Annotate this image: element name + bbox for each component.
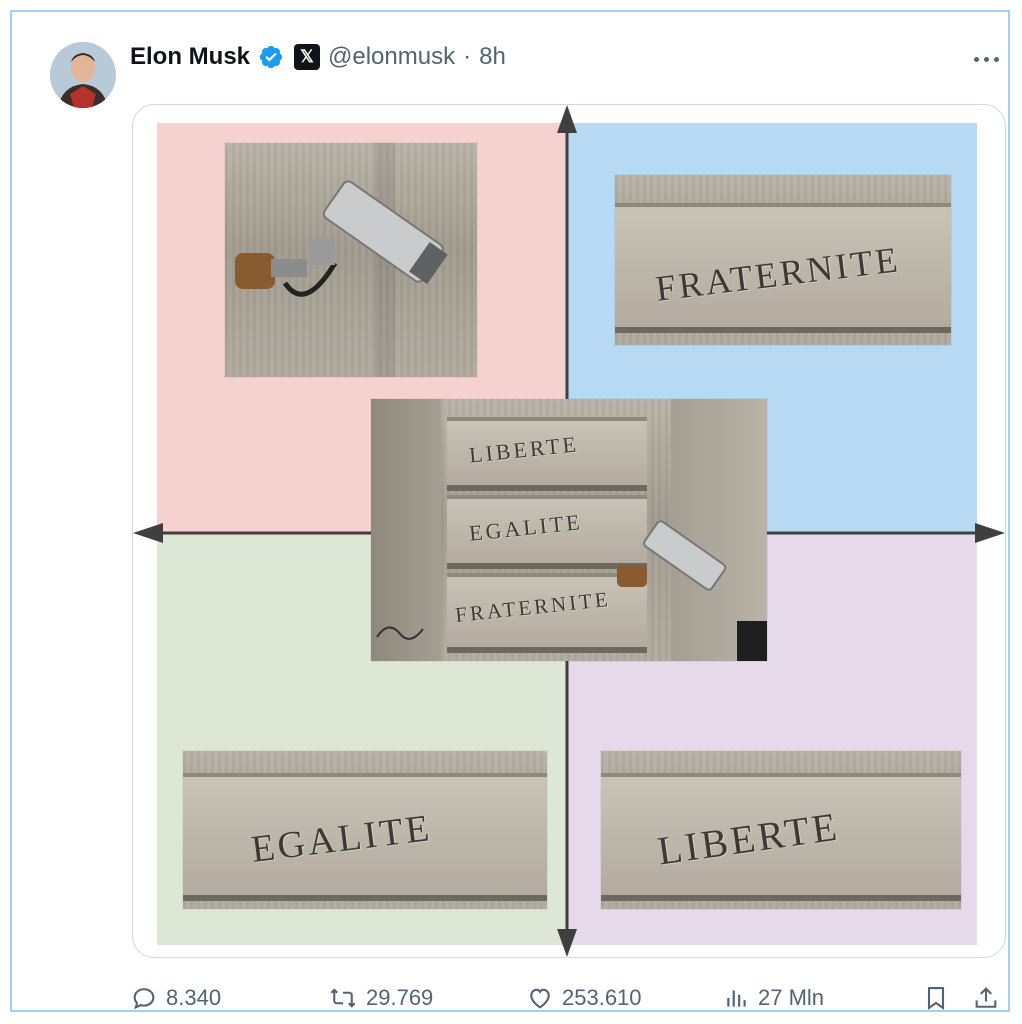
tweet-card: Elon Musk 𝕏 @elonmusk · 8h FRATERNITE EG… xyxy=(10,10,1010,1012)
post-image[interactable]: FRATERNITE EGALITE LIBERTE LIBERTE EGALI… xyxy=(132,104,1006,958)
center-photo: LIBERTE EGALITE FRATERNITE xyxy=(371,399,767,661)
share-icon xyxy=(975,987,997,1008)
views-button[interactable]: 27 Mln xyxy=(724,980,824,1016)
views-count: 27 Mln xyxy=(758,985,825,1010)
camera-icon xyxy=(235,180,448,297)
fraternite-photo: FRATERNITE xyxy=(615,175,951,345)
repost-button[interactable]: 29.769 xyxy=(328,980,433,1016)
camera-photo xyxy=(225,143,477,377)
bookmark-icon xyxy=(927,987,945,1010)
egalite-photo: EGALITE xyxy=(183,751,547,909)
like-button[interactable]: 253.610 xyxy=(526,980,642,1016)
like-count: 253.610 xyxy=(562,985,642,1010)
share-button[interactable] xyxy=(972,980,1000,1016)
avatar[interactable] xyxy=(50,42,116,108)
avatar-portrait xyxy=(50,42,116,108)
x-logo-icon: 𝕏 xyxy=(294,44,321,70)
views-icon xyxy=(727,990,746,1007)
repost-icon xyxy=(330,988,356,1008)
author-handle[interactable]: @elonmusk xyxy=(328,43,455,71)
verified-badge-icon[interactable] xyxy=(258,44,284,70)
action-bar: 8.340 29.769 253.610 27 Mln xyxy=(130,980,1010,1016)
author-name[interactable]: Elon Musk xyxy=(130,43,250,71)
liberte-photo: LIBERTE xyxy=(601,751,961,909)
repost-count: 29.769 xyxy=(366,985,434,1010)
more-icon[interactable] xyxy=(974,54,1004,64)
reply-count: 8.340 xyxy=(166,985,222,1010)
center-camera-icon xyxy=(376,520,727,640)
reply-icon xyxy=(133,988,155,1010)
reply-button[interactable]: 8.340 xyxy=(130,980,221,1016)
post-header: Elon Musk 𝕏 @elonmusk · 8h xyxy=(130,40,506,74)
separator-dot: · xyxy=(463,43,472,70)
post-time[interactable]: 8h xyxy=(479,43,506,71)
bookmark-button[interactable] xyxy=(922,980,950,1016)
like-icon xyxy=(530,988,550,1009)
